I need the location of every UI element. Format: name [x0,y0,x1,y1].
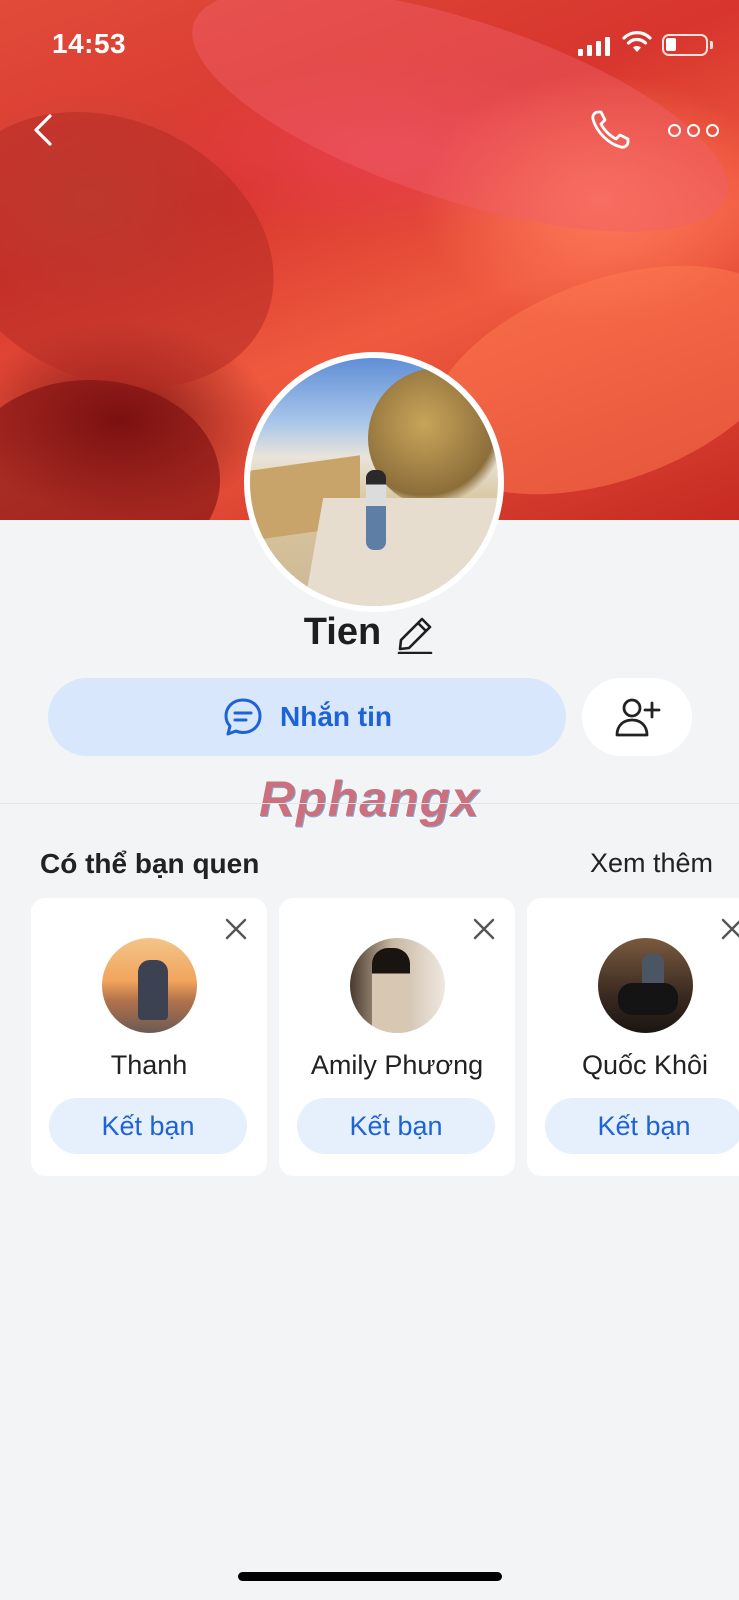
message-label: Nhắn tin [280,701,392,732]
battery-icon [662,34,713,56]
message-button[interactable]: Nhắn tin [48,678,566,756]
add-user-icon [615,698,661,737]
wifi-icon [622,31,652,52]
avatar-trees [368,368,498,508]
profile-name-row: Tien [0,610,739,654]
more-dot [687,123,700,137]
add-friend-button[interactable]: Kết bạn [545,1098,739,1154]
close-icon[interactable] [223,916,249,942]
avatar-road [296,498,498,606]
suggestion-card[interactable]: Amily Phương Kết bạn [279,898,515,1176]
cover-petal [0,380,220,520]
close-icon[interactable] [471,916,497,942]
avatar[interactable] [102,938,197,1033]
more-options-button[interactable] [668,112,724,148]
status-time: 14:53 [52,28,127,59]
suggestion-name: Amily Phương [310,1050,484,1080]
chevron-left-icon [34,114,52,146]
pencil-icon[interactable] [395,614,435,654]
profile-name: Tien [303,610,382,653]
suggestion-card[interactable]: Quốc Khôi Kết bạn [527,898,739,1176]
add-friend-button[interactable]: Kết bạn [49,1098,247,1154]
phone-icon [591,110,630,149]
home-indicator[interactable] [238,1572,502,1581]
close-icon[interactable] [719,916,739,942]
more-dot [706,123,719,137]
suggestion-name: Quốc Khôi [581,1050,709,1080]
suggestion-name: Thanh [110,1050,188,1080]
avatar-person [366,470,386,550]
suggestion-list: Thanh Kết bạn Amily Phương Kết bạn Quốc … [31,898,739,1176]
signal-icon [578,36,610,56]
add-friend-button[interactable] [582,678,692,756]
suggestions-title: Có thể bạn quen [40,848,260,879]
back-button[interactable] [26,108,66,152]
chat-bubble-icon [224,698,262,736]
see-more-link[interactable]: Xem thêm [590,848,713,879]
more-dots-icon [668,123,681,137]
suggestion-card[interactable]: Thanh Kết bạn [31,898,267,1176]
call-button[interactable] [586,106,634,154]
divider [0,803,739,804]
add-friend-button[interactable]: Kết bạn [297,1098,495,1154]
avatar[interactable] [598,938,693,1033]
watermark: Rphangx [259,771,480,827]
avatar[interactable] [350,938,445,1033]
status-bar: 14:53 [0,0,739,90]
avatar[interactable] [244,352,504,612]
